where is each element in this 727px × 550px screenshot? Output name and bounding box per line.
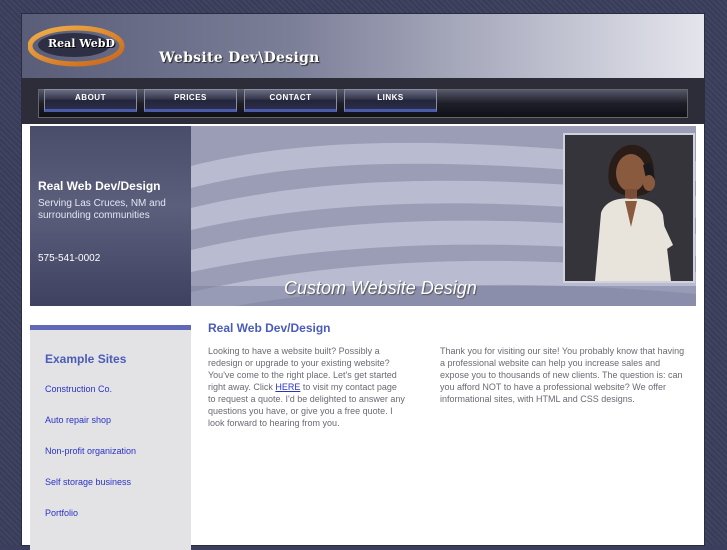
woman-on-phone-photo (563, 133, 695, 283)
sidebar-link-auto-repair[interactable]: Auto repair shop (45, 415, 111, 425)
nav-prices-button[interactable]: PRICES (144, 89, 237, 112)
header: Real WebD Website Dev\Design (22, 14, 704, 78)
nav-links-button[interactable]: LINKS (344, 89, 437, 112)
main-heading: Real Web Dev/Design (208, 321, 331, 335)
sidebar-link-non-profit[interactable]: Non-profit organization (45, 446, 136, 456)
banner-caption: Custom Website Design (284, 278, 477, 298)
intro-paragraph: Looking to have a website built? Possibl… (208, 345, 406, 429)
sidebar-title: Example Sites (45, 352, 127, 366)
nav-about-button[interactable]: ABOUT (44, 89, 137, 112)
hero-banner: Real Web Dev/Design Serving Las Cruces, … (30, 126, 696, 306)
site-frame: Real WebD Website Dev\Design ABOUT PRICE… (22, 14, 704, 550)
sidebar-link-self-storage[interactable]: Self storage business (45, 477, 131, 487)
banner-tagline: Serving Las Cruces, NM and surrounding c… (38, 198, 166, 221)
banner-phone: 575-541-0002 (38, 253, 101, 264)
banner-company-name: Real Web Dev/Design (38, 179, 161, 193)
logo-text: Real WebD (48, 37, 115, 50)
here-link[interactable]: HERE (275, 382, 300, 392)
thank-you-paragraph: Thank you for visiting our site! You pro… (440, 346, 685, 404)
sidebar-link-construction[interactable]: Construction Co. (45, 384, 112, 394)
site-title: Website Dev\Design (159, 50, 320, 66)
nav-contact-button[interactable]: CONTACT (244, 89, 337, 112)
sidebar: Example Sites Construction Co. Auto repa… (30, 325, 191, 550)
nav-bar: ABOUT PRICES CONTACT LINKS (22, 78, 704, 124)
sidebar-link-portfolio[interactable]: Portfolio (45, 508, 78, 518)
